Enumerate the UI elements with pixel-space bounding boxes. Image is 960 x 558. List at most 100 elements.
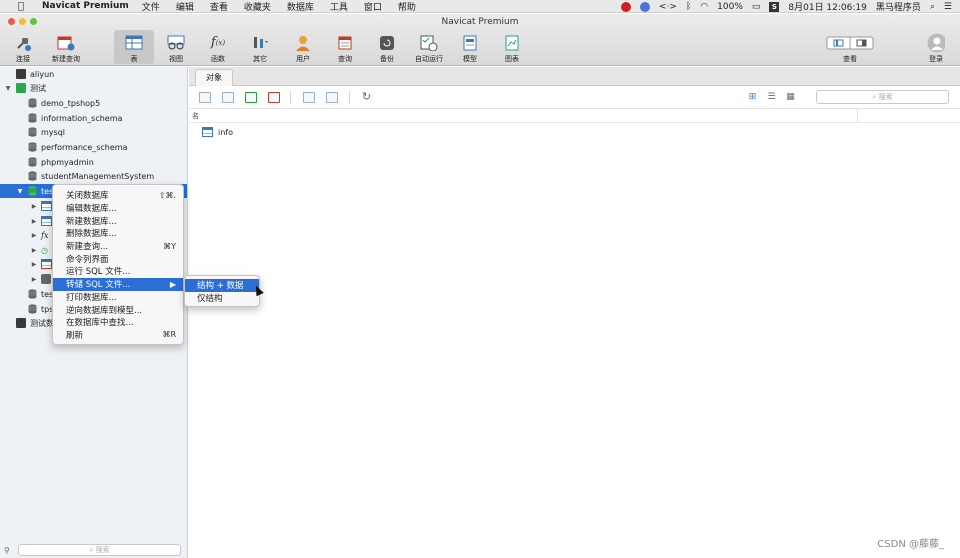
database-item[interactable]: phpmyadmin — [28, 155, 94, 169]
list-view-icon[interactable]: ☰ — [766, 92, 777, 102]
connect-button[interactable]: 连接 — [9, 30, 37, 64]
menu-new-database[interactable]: 新建数据库... — [53, 214, 183, 227]
delete-table-icon[interactable] — [268, 92, 280, 103]
database-icon — [28, 113, 37, 123]
toolbar-separator — [290, 91, 291, 104]
main-content: 对象 ↻ ⊞ ☰ ▦ ⌕ 搜索 名 info CSDN @藤藤_ — [189, 67, 960, 558]
detail-view-icon[interactable]: ▦ — [785, 92, 796, 102]
app-name-menu[interactable]: Navicat Premium — [42, 1, 129, 11]
import-icon[interactable] — [303, 92, 315, 103]
control-center-icon[interactable]: ☰ — [944, 2, 952, 12]
menu-edit-database[interactable]: 编辑数据库... — [53, 202, 183, 215]
disclosure-closed-icon[interactable]: ▶ — [30, 232, 38, 239]
menu-dump-sql-file[interactable]: 转储 SQL 文件... ▶ — [53, 277, 183, 291]
menu-find-in-database[interactable]: 在数据库中查找... — [53, 316, 183, 329]
disclosure-closed-icon[interactable]: ▶ — [30, 276, 38, 283]
table-button[interactable]: 表 — [114, 30, 154, 64]
disclosure-closed-icon[interactable]: ▶ — [30, 203, 38, 210]
database-item[interactable]: information_schema — [28, 111, 122, 125]
object-row-info[interactable]: info — [202, 127, 233, 137]
model-button[interactable]: 模型 — [457, 30, 483, 64]
query-group-icon — [41, 259, 52, 269]
database-item[interactable]: studentManagementSystem — [28, 169, 154, 183]
refresh-icon[interactable]: ↻ — [361, 91, 372, 102]
menu-delete-database[interactable]: 删除数据库... — [53, 227, 183, 240]
view-button[interactable]: 视图 — [160, 30, 192, 64]
new-table-icon[interactable] — [245, 92, 257, 103]
submenu-structure-only[interactable]: 仅结构 — [185, 292, 259, 305]
new-query-icon — [57, 34, 75, 51]
sidebar-search-input[interactable]: ⌕ 搜索 — [18, 544, 181, 556]
pause-icon[interactable] — [639, 1, 650, 12]
menu-print-database[interactable]: 打印数据库... — [53, 291, 183, 304]
menu-run-sql-file[interactable]: 运行 SQL 文件... — [53, 265, 183, 278]
connection-test[interactable]: ▼ 测试 — [4, 81, 46, 95]
column-divider[interactable] — [857, 109, 858, 123]
menu-file[interactable]: 文件 — [142, 0, 160, 13]
disclosure-open-icon[interactable]: ▼ — [4, 85, 12, 92]
export-icon[interactable] — [326, 92, 338, 103]
tools-icon — [251, 34, 269, 51]
apple-icon[interactable]:  — [14, 1, 28, 12]
column-name-header[interactable]: 名 — [192, 111, 199, 121]
query-button[interactable]: 查询 — [331, 30, 359, 64]
tab-objects[interactable]: 对象 — [195, 69, 233, 86]
auto-run-button[interactable]: 自动运行 — [412, 30, 446, 64]
object-search-input[interactable]: ⌕ 搜索 — [816, 90, 949, 104]
disclosure-open-icon[interactable]: ▼ — [16, 188, 24, 195]
database-item[interactable]: mysql — [28, 125, 65, 139]
database-item[interactable]: performance_schema — [28, 140, 128, 154]
function-button[interactable]: f (x) 函数 — [204, 30, 232, 64]
user-label[interactable]: 黑马程序员 — [876, 0, 921, 13]
clock-label[interactable]: 8月01日 12:06:19 — [788, 0, 866, 13]
menu-edit[interactable]: 编辑 — [176, 0, 194, 13]
database-icon — [28, 157, 37, 167]
filter-user-icon[interactable]: ⚲ — [4, 546, 10, 555]
menu-favorites[interactable]: 收藏夹 — [244, 0, 271, 13]
backup-button[interactable]: 备份 — [373, 30, 401, 64]
menu-tools[interactable]: 工具 — [330, 0, 348, 13]
database-item[interactable]: tes — [28, 287, 53, 301]
spotlight-icon[interactable]: ⌕ — [930, 2, 935, 12]
backups-group[interactable]: ▶ — [30, 272, 51, 286]
menu-database[interactable]: 数据库 — [287, 0, 314, 13]
view-mode-button[interactable]: 查看 — [822, 30, 878, 64]
watermark: CSDN @藤藤_ — [877, 539, 944, 550]
menu-refresh[interactable]: 刷新 ⌘R — [53, 329, 183, 342]
new-query-button[interactable]: 新建查询 — [48, 30, 84, 64]
menu-view[interactable]: 查看 — [210, 0, 228, 13]
code-icon[interactable]: <·> — [659, 2, 677, 12]
database-item[interactable]: demo_tpshop5 — [28, 96, 100, 110]
events-group[interactable]: ▶ ◷ — [30, 243, 48, 257]
database-icon — [28, 289, 37, 299]
user-button[interactable]: 用户 — [289, 30, 317, 64]
grid-view-icon[interactable]: ⊞ — [747, 92, 758, 102]
database-item[interactable]: tps — [28, 302, 53, 316]
open-table-icon[interactable] — [199, 92, 211, 103]
record-icon[interactable] — [620, 1, 631, 12]
disclosure-closed-icon[interactable]: ▶ — [30, 261, 38, 268]
input-method-icon[interactable]: S — [769, 1, 780, 12]
battery-icon[interactable]: ▭ — [752, 2, 761, 12]
submenu-structure-and-data[interactable]: 结构 + 数据 — [185, 279, 259, 292]
menu-command-line[interactable]: 命令列界面 — [53, 252, 183, 265]
avatar-icon — [927, 33, 945, 52]
wifi-icon[interactable]: ◠ — [700, 2, 708, 12]
chart-button[interactable]: 图表 — [499, 30, 525, 64]
other-button[interactable]: 其它 — [245, 30, 275, 64]
menu-help[interactable]: 帮助 — [398, 0, 416, 13]
connection-aliyun[interactable]: aliyun — [16, 67, 54, 81]
connection-test-data[interactable]: 测试数 — [16, 316, 54, 330]
bluetooth-icon[interactable]: ᛒ — [686, 2, 691, 12]
disclosure-closed-icon[interactable]: ▶ — [30, 218, 38, 225]
menu-window[interactable]: 窗口 — [364, 0, 382, 13]
chart-icon — [503, 34, 521, 51]
functions-group[interactable]: ▶ fx — [30, 228, 49, 242]
design-table-icon[interactable] — [222, 92, 234, 103]
database-icon — [28, 142, 37, 152]
menu-reverse-to-model[interactable]: 逆向数据库到模型... — [53, 303, 183, 316]
menu-close-database[interactable]: 关闭数据库 ⇧⌘. — [53, 189, 183, 202]
login-button[interactable]: 登录 — [922, 30, 950, 64]
menu-new-query[interactable]: 新建查询... ⌘Y — [53, 240, 183, 253]
disclosure-closed-icon[interactable]: ▶ — [30, 247, 38, 254]
